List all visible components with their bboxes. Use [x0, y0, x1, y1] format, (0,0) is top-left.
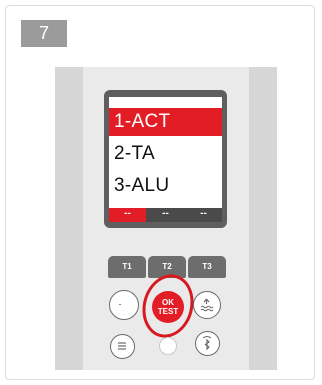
- bluetooth-key[interactable]: [195, 331, 220, 356]
- test-key-label: TEST: [157, 307, 179, 316]
- menu-key[interactable]: [110, 334, 135, 359]
- bluetooth-signal-icon: [202, 336, 212, 351]
- step-number-badge: 7: [21, 20, 67, 47]
- ok-test-key[interactable]: OK TEST: [152, 291, 184, 323]
- arrow-up-wave-icon: [200, 298, 214, 312]
- device-side-left: [55, 67, 83, 370]
- menu-lines-icon: [118, 342, 126, 350]
- t3-key[interactable]: T3: [188, 256, 226, 278]
- lcd-display-area: 1-ACT 2-TA 3-ALU: [109, 97, 222, 208]
- down-key[interactable]: [159, 337, 177, 355]
- menu-item-ta[interactable]: 2-TA: [109, 140, 222, 168]
- menu-item-act[interactable]: 1-ACT: [109, 108, 222, 136]
- menu-item-alu[interactable]: 3-ALU: [109, 172, 222, 200]
- screen-tab-bar: -- -- --: [109, 208, 222, 222]
- left-key[interactable]: [109, 290, 139, 320]
- t1-key[interactable]: T1: [108, 256, 146, 278]
- ok-key-label: OK: [162, 298, 174, 307]
- screen-tab-2: --: [162, 208, 169, 219]
- dash-icon: [119, 304, 121, 305]
- device-side-right: [249, 67, 277, 370]
- screen-tab-1: --: [109, 208, 146, 222]
- up-wave-key[interactable]: [193, 291, 221, 319]
- lcd-screen: 1-ACT 2-TA 3-ALU -- -- --: [104, 90, 227, 228]
- screen-tab-3: --: [200, 208, 207, 219]
